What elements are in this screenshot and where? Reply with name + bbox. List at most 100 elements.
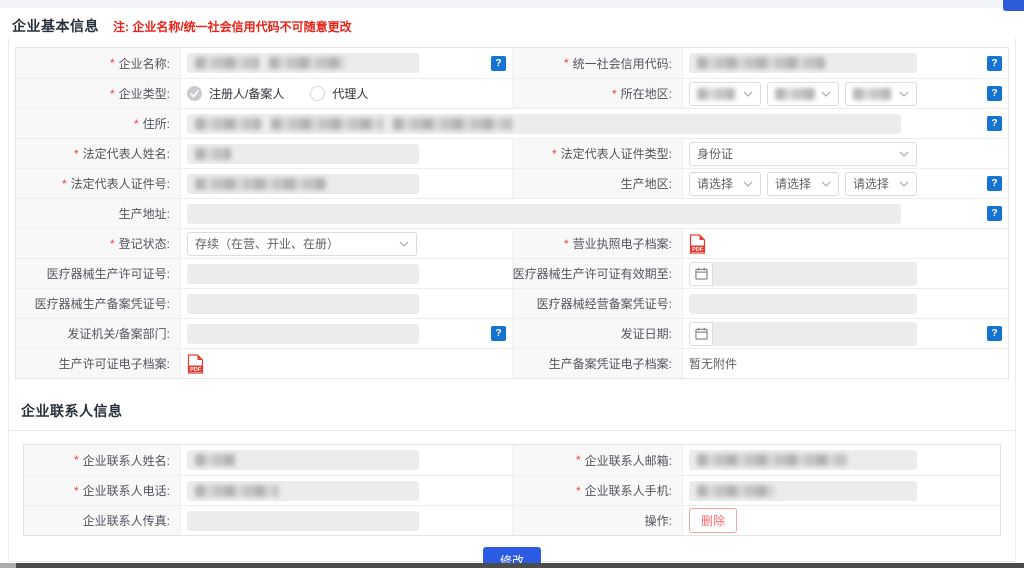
prod-license-file-label: 生产许可证电子档案: bbox=[16, 349, 180, 378]
basic-section-title: 企业基本信息 bbox=[12, 16, 99, 36]
prod-region-city-select[interactable]: 请选择 bbox=[767, 172, 839, 196]
address-input[interactable] bbox=[187, 114, 901, 134]
reg-status-select[interactable]: 存续（在营、开业、在册） bbox=[187, 232, 417, 256]
contact-fax-input[interactable] bbox=[187, 511, 419, 531]
issue-date-label: 发证日期: bbox=[512, 319, 682, 348]
table-row: *企业联系人电话: *企业联系人手机: bbox=[24, 475, 1000, 505]
contact-section-title: 企业联系人信息 bbox=[21, 401, 123, 421]
company-type-label: *企业类型: bbox=[16, 79, 180, 108]
credit-code-input[interactable] bbox=[689, 53, 917, 73]
required-mark: * bbox=[74, 147, 79, 161]
help-icon[interactable]: ? bbox=[987, 176, 1002, 191]
contact-phone-label: *企业联系人电话: bbox=[24, 476, 180, 505]
contact-section-header: 企业联系人信息 bbox=[9, 379, 1015, 430]
reg-status-label: *登记状态: bbox=[16, 229, 180, 258]
contact-email-input[interactable] bbox=[689, 450, 917, 470]
redacted-text bbox=[853, 88, 891, 100]
table-row: 生产许可证电子档案: PDF 生产备案凭证电子档案: 暂无附件 bbox=[16, 348, 1008, 378]
prod-record-no-input[interactable] bbox=[187, 294, 419, 314]
legal-name-input[interactable] bbox=[187, 144, 419, 164]
chevron-down-icon bbox=[821, 181, 831, 187]
prod-license-no-label: 医疗器械生产许可证号: bbox=[16, 259, 180, 288]
redacted-text bbox=[195, 57, 259, 69]
help-icon[interactable]: ? bbox=[491, 326, 506, 341]
top-band bbox=[0, 0, 1024, 8]
address-label: *住所: bbox=[16, 109, 180, 138]
prod-region-province-select[interactable]: 请选择 bbox=[689, 172, 761, 196]
legal-id-type-select[interactable]: 身份证 bbox=[689, 142, 917, 166]
table-row: *法定代表人姓名: *法定代表人证件类型: 身份证 bbox=[16, 138, 1008, 168]
region-district-select[interactable] bbox=[845, 82, 917, 106]
issuer-label: 发证机关/备案部门: bbox=[16, 319, 180, 348]
contact-action-label: 操作: bbox=[512, 506, 682, 535]
help-icon[interactable]: ? bbox=[987, 56, 1002, 71]
calendar-icon[interactable] bbox=[689, 262, 713, 286]
chevron-down-icon bbox=[821, 91, 831, 97]
table-row: 发证机关/备案部门: ? 发证日期: ? bbox=[16, 318, 1008, 348]
radio-agent[interactable]: 代理人 bbox=[310, 85, 368, 102]
required-mark: * bbox=[612, 87, 617, 101]
help-icon[interactable]: ? bbox=[987, 326, 1002, 341]
redacted-text bbox=[775, 88, 815, 100]
table-row: *登记状态: 存续（在营、开业、在册） *营业执照电子档案: PDF bbox=[16, 228, 1008, 258]
prod-license-no-input[interactable] bbox=[187, 264, 419, 284]
required-mark: * bbox=[134, 117, 139, 131]
required-mark: * bbox=[552, 147, 557, 161]
redacted-text bbox=[195, 148, 231, 160]
table-row: 生产地址: ? bbox=[16, 198, 1008, 228]
basic-info-table: *企业名称: ? *统一社会信用代码: ? *企业类型: 注册人/备案人 bbox=[15, 47, 1009, 379]
required-mark: * bbox=[110, 87, 115, 101]
table-row: 医疗器械生产许可证号: 医疗器械生产许可证有效期至: bbox=[16, 258, 1008, 288]
required-mark: * bbox=[74, 484, 79, 498]
redacted-text bbox=[195, 454, 235, 466]
prod-license-expiry-label: 医疗器械生产许可证有效期至: bbox=[512, 259, 682, 288]
help-icon[interactable]: ? bbox=[491, 56, 506, 71]
radio-registrant[interactable]: 注册人/备案人 bbox=[187, 85, 284, 102]
issuer-input[interactable] bbox=[187, 324, 419, 344]
redacted-text bbox=[697, 57, 825, 69]
table-row: *企业联系人姓名: *企业联系人邮箱: bbox=[24, 445, 1000, 475]
redacted-text bbox=[195, 485, 279, 497]
region-province-select[interactable] bbox=[689, 82, 761, 106]
basic-section-note: 注: 企业名称/统一社会信用代码不可随意更改 bbox=[113, 18, 352, 35]
prod-license-expiry-input[interactable] bbox=[713, 262, 917, 286]
prod-address-input[interactable] bbox=[187, 204, 901, 224]
help-icon[interactable]: ? bbox=[987, 116, 1002, 131]
bottom-bar bbox=[0, 563, 1024, 568]
radio-unchecked-icon bbox=[310, 86, 325, 101]
legal-id-no-input[interactable] bbox=[187, 174, 419, 194]
help-icon[interactable]: ? bbox=[987, 86, 1002, 101]
table-row: *企业名称: ? *统一社会信用代码: ? bbox=[16, 48, 1008, 78]
svg-text:PDF: PDF bbox=[692, 246, 703, 252]
issue-date-input[interactable] bbox=[713, 322, 917, 346]
contact-table: *企业联系人姓名: *企业联系人邮箱: *企业联系人电话: *企业联系人手机: … bbox=[23, 444, 1001, 536]
region-city-select[interactable] bbox=[767, 82, 839, 106]
pdf-file-icon[interactable]: PDF bbox=[689, 234, 706, 254]
chevron-down-icon bbox=[399, 241, 409, 247]
biz-record-no-input[interactable] bbox=[689, 294, 917, 314]
credit-code-label: *统一社会信用代码: bbox=[512, 48, 682, 78]
required-mark: * bbox=[576, 484, 581, 498]
contact-phone-input[interactable] bbox=[187, 481, 419, 501]
calendar-icon[interactable] bbox=[689, 322, 713, 346]
legal-name-label: *法定代表人姓名: bbox=[16, 139, 180, 168]
legal-id-no-label: *法定代表人证件号: bbox=[16, 169, 180, 198]
redacted-text bbox=[697, 454, 847, 466]
top-right-blue-button[interactable] bbox=[1003, 0, 1024, 11]
required-mark: * bbox=[564, 237, 569, 251]
contact-mobile-input[interactable] bbox=[689, 481, 917, 501]
region-label: *所在地区: bbox=[512, 79, 682, 108]
contact-fax-label: 企业联系人传真: bbox=[24, 506, 180, 535]
help-icon[interactable]: ? bbox=[987, 206, 1002, 221]
prod-region-district-select[interactable]: 请选择 bbox=[845, 172, 917, 196]
redacted-text bbox=[697, 485, 775, 497]
contact-email-label: *企业联系人邮箱: bbox=[512, 445, 682, 475]
delete-button[interactable]: 删除 bbox=[689, 508, 737, 533]
company-name-input[interactable] bbox=[187, 53, 419, 73]
contact-name-input[interactable] bbox=[187, 450, 419, 470]
required-mark: * bbox=[74, 453, 79, 467]
license-file-label: *营业执照电子档案: bbox=[512, 229, 682, 258]
company-name-label: *企业名称: bbox=[16, 48, 180, 78]
pdf-file-icon[interactable]: PDF bbox=[187, 354, 204, 374]
biz-record-no-label: 医疗器械经营备案凭证号: bbox=[512, 289, 682, 318]
